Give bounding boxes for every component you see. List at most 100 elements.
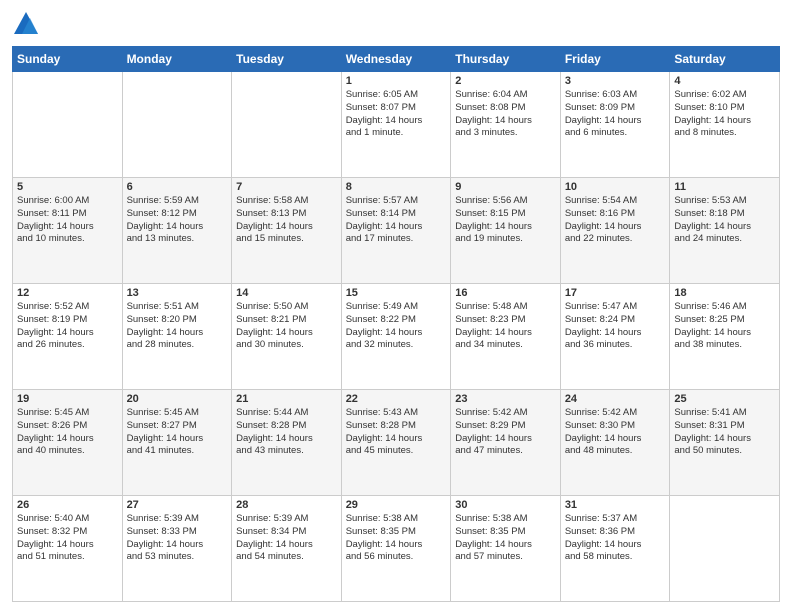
day-info-line: Sunrise: 5:38 AM bbox=[455, 513, 556, 526]
day-cell: 27Sunrise: 5:39 AMSunset: 8:33 PMDayligh… bbox=[122, 496, 232, 602]
day-info-line: Daylight: 14 hours bbox=[455, 433, 556, 446]
day-cell: 8Sunrise: 5:57 AMSunset: 8:14 PMDaylight… bbox=[341, 178, 451, 284]
day-info-line: Sunrise: 5:45 AM bbox=[17, 407, 118, 420]
day-info-line: and 38 minutes. bbox=[674, 339, 775, 352]
day-info-line: and 13 minutes. bbox=[127, 233, 228, 246]
day-info-line: Sunset: 8:15 PM bbox=[455, 208, 556, 221]
day-info-line: Sunrise: 6:02 AM bbox=[674, 89, 775, 102]
day-info-line: Sunset: 8:30 PM bbox=[565, 420, 666, 433]
day-info-line: and 3 minutes. bbox=[455, 127, 556, 140]
day-info-line: and 17 minutes. bbox=[346, 233, 447, 246]
day-cell: 2Sunrise: 6:04 AMSunset: 8:08 PMDaylight… bbox=[451, 72, 561, 178]
day-info-line: and 30 minutes. bbox=[236, 339, 337, 352]
day-number: 20 bbox=[127, 393, 228, 405]
day-info-line: Daylight: 14 hours bbox=[127, 221, 228, 234]
day-info-line: and 19 minutes. bbox=[455, 233, 556, 246]
day-info-line: Daylight: 14 hours bbox=[455, 539, 556, 552]
day-info-line: and 15 minutes. bbox=[236, 233, 337, 246]
day-info-line: Sunset: 8:29 PM bbox=[455, 420, 556, 433]
day-cell bbox=[670, 496, 780, 602]
day-cell: 19Sunrise: 5:45 AMSunset: 8:26 PMDayligh… bbox=[13, 390, 123, 496]
day-info-line: Daylight: 14 hours bbox=[455, 327, 556, 340]
day-info-line: Sunset: 8:12 PM bbox=[127, 208, 228, 221]
day-info-line: and 8 minutes. bbox=[674, 127, 775, 140]
day-info-line: Sunset: 8:36 PM bbox=[565, 526, 666, 539]
day-info-line: Daylight: 14 hours bbox=[236, 327, 337, 340]
day-info-line: and 24 minutes. bbox=[674, 233, 775, 246]
week-row-4: 19Sunrise: 5:45 AMSunset: 8:26 PMDayligh… bbox=[13, 390, 780, 496]
week-row-1: 1Sunrise: 6:05 AMSunset: 8:07 PMDaylight… bbox=[13, 72, 780, 178]
day-info-line: Sunrise: 5:46 AM bbox=[674, 301, 775, 314]
day-info-line: Daylight: 14 hours bbox=[17, 539, 118, 552]
day-info-line: Daylight: 14 hours bbox=[565, 327, 666, 340]
day-number: 15 bbox=[346, 287, 447, 299]
header bbox=[12, 10, 780, 38]
day-info-line: and 53 minutes. bbox=[127, 551, 228, 564]
logo bbox=[12, 10, 44, 38]
day-cell: 10 Sunrise: 5:54 AMSunset: 8:16 PMDayligh… bbox=[560, 178, 670, 284]
day-info-line: and 34 minutes. bbox=[455, 339, 556, 352]
day-number: 24 bbox=[565, 393, 666, 405]
day-number: 6 bbox=[127, 181, 228, 193]
day-info-line: Sunset: 8:18 PM bbox=[674, 208, 775, 221]
col-header-friday: Friday bbox=[560, 47, 670, 72]
day-cell bbox=[232, 72, 342, 178]
day-number: 9 bbox=[455, 181, 556, 193]
day-info-line: Sunrise: 5:37 AM bbox=[565, 513, 666, 526]
day-info-line: Daylight: 14 hours bbox=[236, 221, 337, 234]
day-info-line: Sunrise: 5:59 AM bbox=[127, 195, 228, 208]
day-info-line: Sunset: 8:10 PM bbox=[674, 102, 775, 115]
day-info-line: and 40 minutes. bbox=[17, 445, 118, 458]
day-info-line: Daylight: 14 hours bbox=[346, 221, 447, 234]
day-info-line: Daylight: 14 hours bbox=[346, 433, 447, 446]
col-header-wednesday: Wednesday bbox=[341, 47, 451, 72]
col-header-saturday: Saturday bbox=[670, 47, 780, 72]
day-number: 1 bbox=[346, 75, 447, 87]
day-info-line: and 28 minutes. bbox=[127, 339, 228, 352]
day-info-line: Sunrise: 5:48 AM bbox=[455, 301, 556, 314]
day-cell: 31 Sunrise: 5:37 AMSunset: 8:36 PMDayligh… bbox=[560, 496, 670, 602]
week-row-3: 12Sunrise: 5:52 AMSunset: 8:19 PMDayligh… bbox=[13, 284, 780, 390]
day-number: 5 bbox=[17, 181, 118, 193]
day-cell: 15Sunrise: 5:49 AMSunset: 8:22 PMDayligh… bbox=[341, 284, 451, 390]
day-number: 10 bbox=[565, 181, 666, 193]
day-info-line: and 1 minute. bbox=[346, 127, 447, 140]
day-info-line: and 54 minutes. bbox=[236, 551, 337, 564]
day-cell: 13Sunrise: 5:51 AMSunset: 8:20 PMDayligh… bbox=[122, 284, 232, 390]
col-header-tuesday: Tuesday bbox=[232, 47, 342, 72]
day-info-line: Sunset: 8:26 PM bbox=[17, 420, 118, 433]
day-number: 7 bbox=[236, 181, 337, 193]
day-info-line: and 22 minutes. bbox=[565, 233, 666, 246]
day-info-line: Sunrise: 5:42 AM bbox=[565, 407, 666, 420]
day-info-line: Sunrise: 5:54 AM bbox=[565, 195, 666, 208]
day-info-line: Daylight: 14 hours bbox=[127, 539, 228, 552]
day-info-line: Sunset: 8:35 PM bbox=[346, 526, 447, 539]
day-info-line: and 36 minutes. bbox=[565, 339, 666, 352]
day-number: 2 bbox=[455, 75, 556, 87]
day-number: 28 bbox=[236, 499, 337, 511]
day-info-line: Sunset: 8:16 PM bbox=[565, 208, 666, 221]
day-number: 31 bbox=[565, 499, 666, 511]
day-info-line: Sunrise: 5:41 AM bbox=[674, 407, 775, 420]
day-cell: 6 Sunrise: 5:59 AMSunset: 8:12 PMDaylight… bbox=[122, 178, 232, 284]
day-cell: 3Sunrise: 6:03 AMSunset: 8:09 PMDaylight… bbox=[560, 72, 670, 178]
day-info-line: Daylight: 14 hours bbox=[346, 539, 447, 552]
day-info-line: Daylight: 14 hours bbox=[565, 539, 666, 552]
day-info-line: Sunrise: 5:58 AM bbox=[236, 195, 337, 208]
day-info-line: Daylight: 14 hours bbox=[674, 115, 775, 128]
day-info-line: Sunset: 8:31 PM bbox=[674, 420, 775, 433]
day-info-line: Sunrise: 6:00 AM bbox=[17, 195, 118, 208]
day-info-line: Sunset: 8:21 PM bbox=[236, 314, 337, 327]
day-info-line: Daylight: 14 hours bbox=[674, 221, 775, 234]
week-row-5: 26Sunrise: 5:40 AMSunset: 8:32 PMDayligh… bbox=[13, 496, 780, 602]
day-info-line: Sunrise: 5:45 AM bbox=[127, 407, 228, 420]
day-info-line: Daylight: 14 hours bbox=[565, 221, 666, 234]
day-info-line: Sunset: 8:09 PM bbox=[565, 102, 666, 115]
day-info-line: and 45 minutes. bbox=[346, 445, 447, 458]
day-info-line: and 41 minutes. bbox=[127, 445, 228, 458]
day-number: 26 bbox=[17, 499, 118, 511]
day-cell: 14Sunrise: 5:50 AMSunset: 8:21 PMDayligh… bbox=[232, 284, 342, 390]
col-header-sunday: Sunday bbox=[13, 47, 123, 72]
day-info-line: Sunset: 8:07 PM bbox=[346, 102, 447, 115]
day-cell: 9Sunrise: 5:56 AMSunset: 8:15 PMDaylight… bbox=[451, 178, 561, 284]
